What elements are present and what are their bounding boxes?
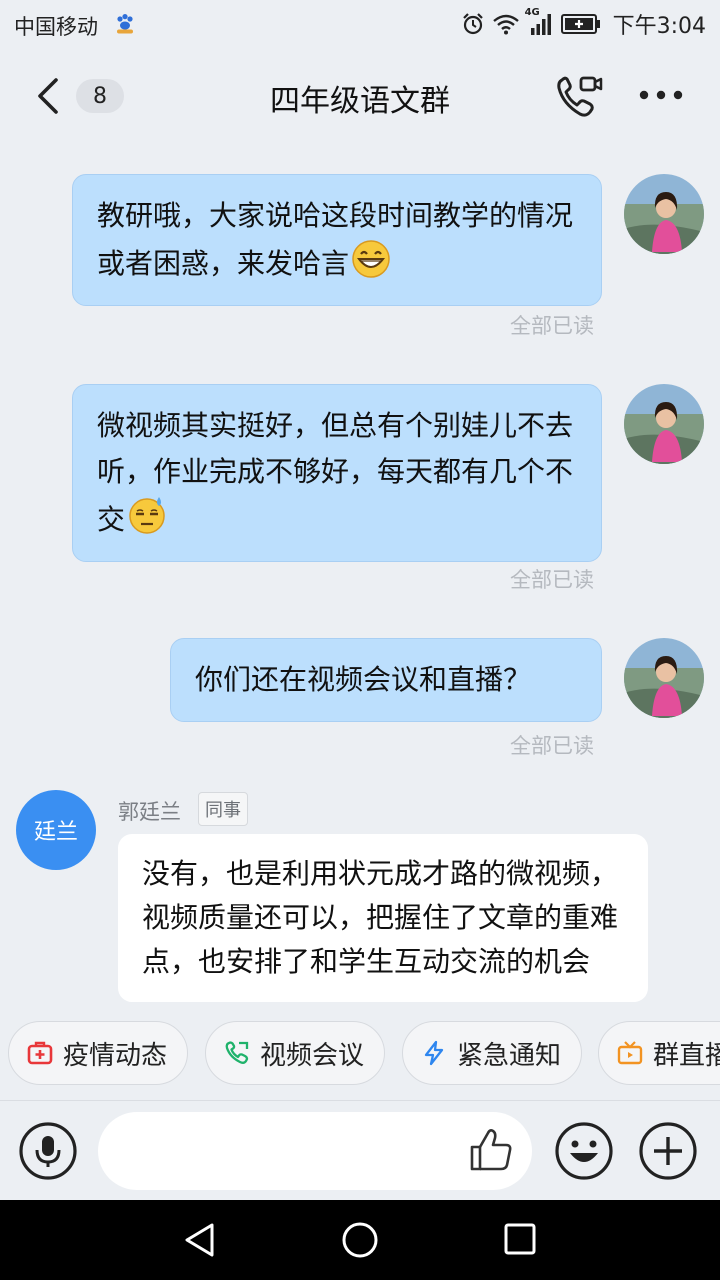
- microphone-icon[interactable]: [18, 1121, 78, 1181]
- nav-home-circle-icon[interactable]: [341, 1221, 379, 1259]
- sender-name: 郭廷兰: [118, 800, 181, 824]
- more-dots-icon[interactable]: [638, 80, 684, 110]
- message-bubble-outgoing[interactable]: 教研哦，大家说哈这段时间教学的情况或者困惑，来发哈言: [72, 174, 602, 306]
- carrier-name: 中国移动: [14, 15, 98, 39]
- tv-icon: [617, 1041, 643, 1065]
- my-avatar[interactable]: [624, 638, 704, 718]
- phone-icon: [225, 1041, 249, 1064]
- message-list[interactable]: 教研哦，大家说哈这段时间教学的情况或者困惑，来发哈言 全部已读 微视频其实挺好，…: [0, 144, 720, 1006]
- my-avatar[interactable]: [624, 174, 704, 254]
- cellular-signal-icon: 4G: [525, 7, 553, 37]
- chip-label: 紧急通知: [457, 1040, 562, 1071]
- message-text: 没有，也是利用状元成才路的微视频，视频质量还可以，把握住了文章的重难点，也安排了…: [142, 857, 619, 978]
- unread-count-badge[interactable]: 8: [76, 79, 124, 113]
- emoji-smile-icon[interactable]: [554, 1121, 614, 1181]
- lightning-icon: [424, 1040, 444, 1066]
- back-arrow-icon[interactable]: [30, 76, 70, 116]
- chip-label: 群直播: [653, 1040, 720, 1071]
- message-bubble-incoming[interactable]: 没有，也是利用状元成才路的微视频，视频质量还可以，把握住了文章的重难点，也安排了…: [118, 834, 648, 1002]
- sender-avatar[interactable]: 廷兰: [16, 790, 96, 870]
- clock: 下午3:04: [612, 14, 706, 39]
- message-text: 教研哦，大家说哈这段时间教学的情况或者困惑，来发哈言: [97, 199, 574, 280]
- quick-action-group-live[interactable]: 群直播: [598, 1021, 720, 1085]
- quick-action-epidemic-updates[interactable]: 疫情动态: [8, 1021, 188, 1085]
- sender-role-tag: 同事: [198, 792, 248, 826]
- quick-actions-bar[interactable]: 疫情动态 视频会议 紧急通知 群直播: [0, 1006, 720, 1100]
- message-text: 微视频其实挺好，但总有个别娃儿不去听，作业完成不够好，每天都有几个不交: [97, 409, 574, 536]
- read-status: 全部已读: [510, 568, 594, 592]
- avatar-photo: [624, 638, 704, 718]
- quick-action-video-meeting[interactable]: 视频会议: [205, 1021, 385, 1085]
- grinning-face-emoji-icon: [352, 240, 390, 278]
- wifi-icon: [492, 14, 519, 35]
- message-text: 你们还在视频会议和直播？: [195, 663, 532, 696]
- sweat-face-emoji-icon: [129, 497, 165, 534]
- read-status: 全部已读: [510, 734, 594, 758]
- chip-label: 疫情动态: [63, 1040, 168, 1071]
- message-bubble-outgoing[interactable]: 微视频其实挺好，但总有个别娃儿不去听，作业完成不够好，每天都有几个不交: [72, 384, 602, 562]
- phone-video-call-icon[interactable]: [554, 74, 604, 120]
- nav-back-triangle-icon[interactable]: [182, 1222, 218, 1258]
- thumbs-up-icon[interactable]: [466, 1125, 516, 1175]
- status-bar: 中国移动 4G 下午3:04: [0, 0, 720, 48]
- my-avatar[interactable]: [624, 384, 704, 464]
- input-bar: [0, 1100, 720, 1200]
- alarm-icon: [462, 13, 483, 35]
- chat-header: 8 四年级语文群: [0, 48, 720, 144]
- medical-kit-icon: [27, 1041, 53, 1065]
- avatar-photo: [624, 384, 704, 464]
- message-bubble-outgoing[interactable]: 你们还在视频会议和直播？: [170, 638, 602, 722]
- quick-action-urgent-notice[interactable]: 紧急通知: [402, 1021, 582, 1085]
- chip-label: 视频会议: [260, 1040, 365, 1071]
- read-status: 全部已读: [510, 314, 594, 338]
- avatar-photo: [624, 174, 704, 254]
- battery-icon: [560, 14, 600, 34]
- paw-icon: [117, 14, 133, 34]
- nav-recent-apps-square-icon[interactable]: [503, 1222, 537, 1256]
- system-navigation-bar: [0, 1200, 720, 1280]
- plus-icon[interactable]: [638, 1121, 698, 1181]
